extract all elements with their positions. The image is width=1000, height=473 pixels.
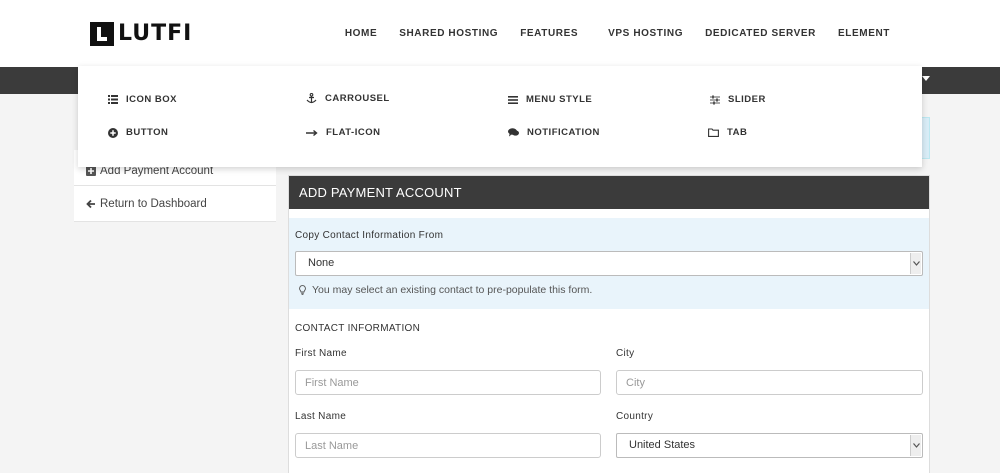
- nav-item-shared-hosting[interactable]: SHARED HOSTING: [399, 28, 498, 39]
- menu-item-slider[interactable]: SLIDER: [710, 94, 766, 105]
- copy-contact-section: Copy Contact Information From None You m…: [289, 218, 929, 309]
- sliders-icon: [710, 95, 720, 104]
- menu-item-label: MENU STYLE: [526, 94, 593, 105]
- site-header: LUTFI HOME SHARED HOSTING FEATURES VPS H…: [0, 0, 1000, 67]
- comments-icon: [508, 128, 519, 137]
- menu-item-label: CARROUSEL: [325, 93, 390, 104]
- nav-item-features[interactable]: FEATURES: [520, 28, 578, 39]
- country-value: United States: [629, 439, 696, 451]
- arrow-left-icon: [86, 199, 95, 208]
- last-name-label: Last Name: [295, 411, 347, 422]
- menu-item-button[interactable]: BUTTON: [108, 127, 168, 138]
- menu-item-label: NOTIFICATION: [527, 127, 600, 138]
- sidebar-item-return-to-dashboard[interactable]: Return to Dashboard: [74, 186, 276, 222]
- copy-contact-select[interactable]: None: [295, 251, 923, 276]
- chevron-down-icon: [910, 253, 921, 274]
- logo-text: LUTFI: [118, 21, 193, 46]
- anchor-icon: [306, 93, 317, 104]
- main-nav: HOME SHARED HOSTING FEATURES VPS HOSTING…: [323, 28, 890, 39]
- sidebar-item-label: Return to Dashboard: [100, 197, 207, 210]
- menu-item-flat-icon[interactable]: FLAT-ICON: [306, 127, 380, 138]
- copy-contact-label: Copy Contact Information From: [295, 230, 444, 241]
- list-icon: [108, 95, 118, 104]
- city-label: City: [616, 348, 635, 359]
- add-payment-account-panel: ADD PAYMENT ACCOUNT Copy Contact Informa…: [288, 175, 930, 473]
- brand-logo[interactable]: LUTFI: [90, 22, 192, 46]
- folder-icon: [708, 128, 719, 137]
- menu-icon: [508, 95, 518, 104]
- menu-item-label: BUTTON: [126, 127, 169, 138]
- nav-item-home[interactable]: HOME: [345, 28, 377, 39]
- country-select[interactable]: United States: [616, 433, 923, 458]
- menu-item-label: ICON BOX: [126, 94, 177, 105]
- menu-item-label: SLIDER: [728, 94, 766, 105]
- menu-item-label: TAB: [727, 127, 748, 138]
- menu-item-carrousel[interactable]: CARROUSEL: [306, 93, 390, 104]
- first-name-input[interactable]: [295, 370, 601, 395]
- arrow-right-icon: [306, 129, 318, 136]
- contact-information-heading: CONTACT INFORMATION: [295, 323, 421, 334]
- logo-mark-icon: [90, 22, 114, 46]
- copy-contact-help: You may select an existing contact to pr…: [299, 284, 592, 296]
- caret-down-icon[interactable]: [922, 76, 930, 81]
- lightbulb-icon: [299, 285, 306, 295]
- last-name-input[interactable]: [295, 433, 601, 458]
- menu-item-notification[interactable]: NOTIFICATION: [508, 127, 600, 138]
- copy-contact-value: None: [308, 257, 335, 269]
- chevron-down-icon: [910, 435, 921, 456]
- menu-item-icon-box[interactable]: ICON BOX: [108, 94, 177, 105]
- menu-item-menu-style[interactable]: MENU STYLE: [508, 94, 592, 105]
- menu-item-label: FLAT-ICON: [326, 127, 381, 138]
- city-input[interactable]: [616, 370, 923, 395]
- help-text: You may select an existing contact to pr…: [312, 284, 593, 296]
- element-mega-menu: ICON BOX CARROUSEL MENU STYLE SLIDER BUT…: [78, 66, 922, 167]
- nav-item-vps-hosting[interactable]: VPS HOSTING: [608, 28, 683, 39]
- nav-item-dedicated-server[interactable]: DEDICATED SERVER: [705, 28, 816, 39]
- country-label: Country: [616, 411, 654, 422]
- first-name-label: First Name: [295, 348, 347, 359]
- nav-item-element[interactable]: ELEMENT: [838, 28, 890, 39]
- panel-title: ADD PAYMENT ACCOUNT: [289, 176, 929, 209]
- menu-item-tab[interactable]: TAB: [708, 127, 747, 138]
- plus-circle-icon: [108, 127, 118, 138]
- plus-square-icon: [86, 165, 96, 176]
